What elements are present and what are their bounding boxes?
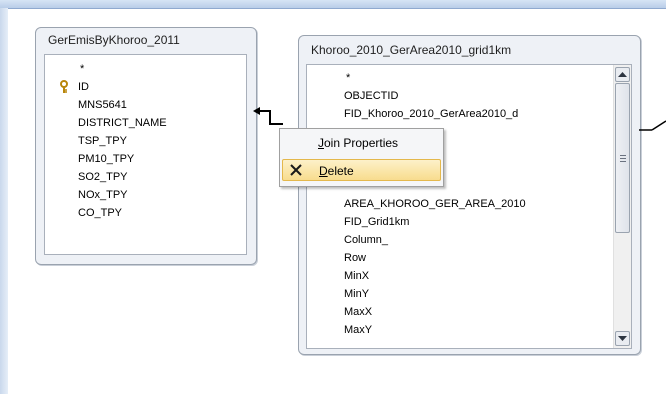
menu-item-label: oin Properties xyxy=(324,136,399,150)
table-title[interactable]: Khoroo_2010_GerArea2010_grid1km xyxy=(299,38,640,62)
context-menu: Join Properties Delete xyxy=(279,128,444,187)
field-row[interactable]: OBJECTID xyxy=(307,87,631,105)
field-row[interactable]: MaxX xyxy=(307,303,631,321)
field-name: MaxX xyxy=(344,306,373,318)
field-name: CO_TPY xyxy=(78,207,123,219)
menu-item-label: elete xyxy=(327,164,354,178)
field-all-columns[interactable]: * xyxy=(307,69,631,87)
field-name: MaxY xyxy=(344,324,373,336)
field-row[interactable]: ID xyxy=(45,78,246,96)
table-title[interactable]: GerEmisByKhoroo_2011 xyxy=(36,28,256,52)
field-name: SO2_TPY xyxy=(78,171,128,183)
field-name: PM10_TPY xyxy=(78,153,135,165)
field-name: MNS5641 xyxy=(78,99,127,111)
field-name: Row xyxy=(344,252,367,264)
field-row[interactable]: MaxY xyxy=(307,321,631,339)
field-name: AREA_KHOROO_GER_AREA_2010 xyxy=(344,198,526,210)
field-row[interactable]: TSP_TPY xyxy=(45,132,246,150)
menu-accelerator: D xyxy=(319,164,328,178)
menu-item-join-properties[interactable]: Join Properties xyxy=(282,132,441,154)
relationship-line xyxy=(255,110,283,125)
field-row[interactable]: PM10_TPY xyxy=(45,150,246,168)
field-list[interactable]: * ID MNS5641 DISTRICT_NAME TSP_TPY PM10_TPY SO… xyxy=(44,54,247,255)
field-name: * xyxy=(80,63,85,75)
field-name: Column_ xyxy=(344,234,389,246)
field-all-columns[interactable]: * xyxy=(45,60,246,78)
table-khoroo-gerarea-grid[interactable]: Khoroo_2010_GerArea2010_grid1km * OBJECTI… xyxy=(298,35,641,355)
scroll-up-arrow-icon xyxy=(618,72,627,77)
table-gerEmisByKhoroo[interactable]: GerEmisByKhoroo_2011 * ID MNS5641 DISTRICT_… xyxy=(35,27,257,265)
field-name: ID xyxy=(78,81,89,93)
field-row[interactable]: Row xyxy=(307,249,631,267)
scroll-grip-icon xyxy=(620,158,626,159)
delete-x-icon xyxy=(290,164,302,176)
field-name: * xyxy=(346,72,351,84)
navigation-pane-edge xyxy=(0,8,8,394)
field-name: FID_Grid1km xyxy=(344,216,410,228)
relationships-canvas[interactable]: GerEmisByKhoroo_2011 * ID MNS5641 DISTRICT_… xyxy=(8,9,666,394)
scroll-thumb[interactable] xyxy=(615,83,630,233)
scroll-grip-icon xyxy=(620,161,626,162)
scroll-up-button[interactable] xyxy=(615,67,630,82)
field-list[interactable]: * OBJECTID FID_Khoroo_2010_GerArea2010_d AR… xyxy=(306,64,632,349)
field-name: NOx_TPY xyxy=(78,189,128,201)
field-row[interactable]: DISTRICT_NAME xyxy=(45,114,246,132)
field-row[interactable]: NOx_TPY xyxy=(45,186,246,204)
field-name: OBJECTID xyxy=(344,90,399,102)
field-row[interactable]: SO2_TPY xyxy=(45,168,246,186)
primary-key-icon xyxy=(60,80,68,93)
field-row[interactable]: FID_Khoroo_2010_GerArea2010_d xyxy=(307,105,631,123)
field-row[interactable]: MinY xyxy=(307,285,631,303)
field-name: MinX xyxy=(344,270,370,282)
field-row[interactable]: CO_TPY xyxy=(45,204,246,222)
field-name: DISTRICT_NAME xyxy=(78,117,167,129)
scroll-grip-icon xyxy=(620,155,626,156)
field-row[interactable]: MNS5641 xyxy=(45,96,246,114)
ribbon-bottom-edge xyxy=(0,0,666,9)
field-row[interactable]: FID_Grid1km xyxy=(307,213,631,231)
field-row[interactable]: Column_ xyxy=(307,231,631,249)
vertical-scrollbar[interactable] xyxy=(613,65,631,348)
relationship-line-right-continue xyxy=(651,120,666,131)
menu-item-delete[interactable]: Delete xyxy=(282,159,441,181)
field-name: TSP_TPY xyxy=(78,135,127,147)
field-row[interactable]: AREA_KHOROO_GER_AREA_2010 xyxy=(307,195,631,213)
scroll-down-button[interactable] xyxy=(615,331,630,346)
field-name: FID_Khoroo_2010_GerArea2010_d xyxy=(344,108,519,120)
scroll-down-arrow-icon xyxy=(618,336,627,341)
field-row[interactable]: MinX xyxy=(307,267,631,285)
field-name: MinY xyxy=(344,288,370,300)
